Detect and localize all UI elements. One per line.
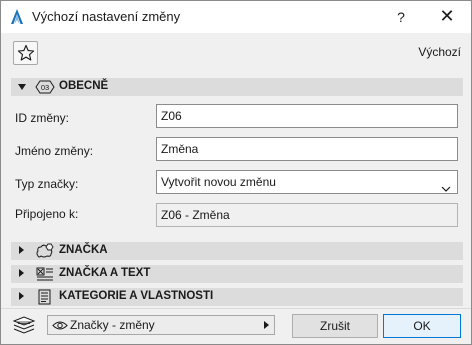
- section-marker-text-header[interactable]: ZNAČKA A TEXT: [11, 265, 463, 283]
- change-id-label: ID změny:: [15, 111, 70, 125]
- help-button[interactable]: ?: [384, 1, 418, 33]
- section-marker-text-label: ZNAČKA A TEXT: [59, 267, 151, 279]
- marker-type-value: Vytvořit novou změnu: [161, 175, 276, 189]
- document-list-icon: [34, 288, 56, 309]
- layers-icon[interactable]: [10, 315, 38, 338]
- star-icon: [17, 44, 35, 61]
- linked-to-label: Připojeno k:: [15, 207, 79, 221]
- svg-text:03: 03: [41, 83, 49, 92]
- favorites-button[interactable]: [13, 41, 38, 65]
- section-marker-label: ZNAČKA: [59, 244, 108, 256]
- marker-text-icon: [34, 265, 56, 286]
- change-name-label: Jméno změny:: [15, 144, 94, 158]
- linked-to-field: Z06 - Změna: [156, 203, 458, 227]
- title-bar: Výchozí nastavení změny ? ✕: [1, 1, 471, 33]
- expand-triangle-icon: [19, 269, 24, 277]
- archicad-logo-icon: [9, 8, 25, 25]
- section-general-header[interactable]: 03 OBECNĚ: [11, 78, 463, 96]
- change-marker-icon: 03: [34, 78, 56, 99]
- ok-button[interactable]: OK: [383, 314, 461, 338]
- default-label: Výchozí: [418, 45, 461, 59]
- section-general-label: OBECNĚ: [59, 80, 109, 92]
- change-name-field[interactable]: Změna: [156, 137, 458, 161]
- section-categories-label: KATEGORIE A VLASTNOSTI: [59, 290, 214, 302]
- collapse-triangle-icon: [18, 84, 26, 90]
- chevron-right-icon: [264, 321, 269, 329]
- cancel-button[interactable]: Zrušit: [292, 314, 378, 338]
- close-button[interactable]: ✕: [424, 1, 470, 33]
- marker-cloud-icon: [34, 242, 56, 263]
- layer-dropdown-value: Značky - změny: [70, 318, 155, 332]
- chevron-down-icon: [441, 178, 451, 200]
- change-id-field[interactable]: Z06: [156, 104, 458, 128]
- dialog-title: Výchozí nastavení změny: [32, 9, 181, 24]
- layer-dropdown[interactable]: Značky - změny: [47, 315, 275, 335]
- eye-icon: [52, 320, 68, 334]
- section-marker-header[interactable]: ZNAČKA: [11, 242, 463, 260]
- dialog-window: Výchozí nastavení změny ? ✕ Výchozí 03 O…: [0, 0, 472, 345]
- section-categories-header[interactable]: KATEGORIE A VLASTNOSTI: [11, 288, 463, 306]
- marker-type-select[interactable]: Vytvořit novou změnu: [156, 170, 458, 194]
- expand-triangle-icon: [19, 292, 24, 300]
- marker-type-label: Typ značky:: [15, 177, 79, 191]
- expand-triangle-icon: [19, 246, 24, 254]
- dialog-footer: Značky - změny Zrušit OK: [1, 308, 471, 344]
